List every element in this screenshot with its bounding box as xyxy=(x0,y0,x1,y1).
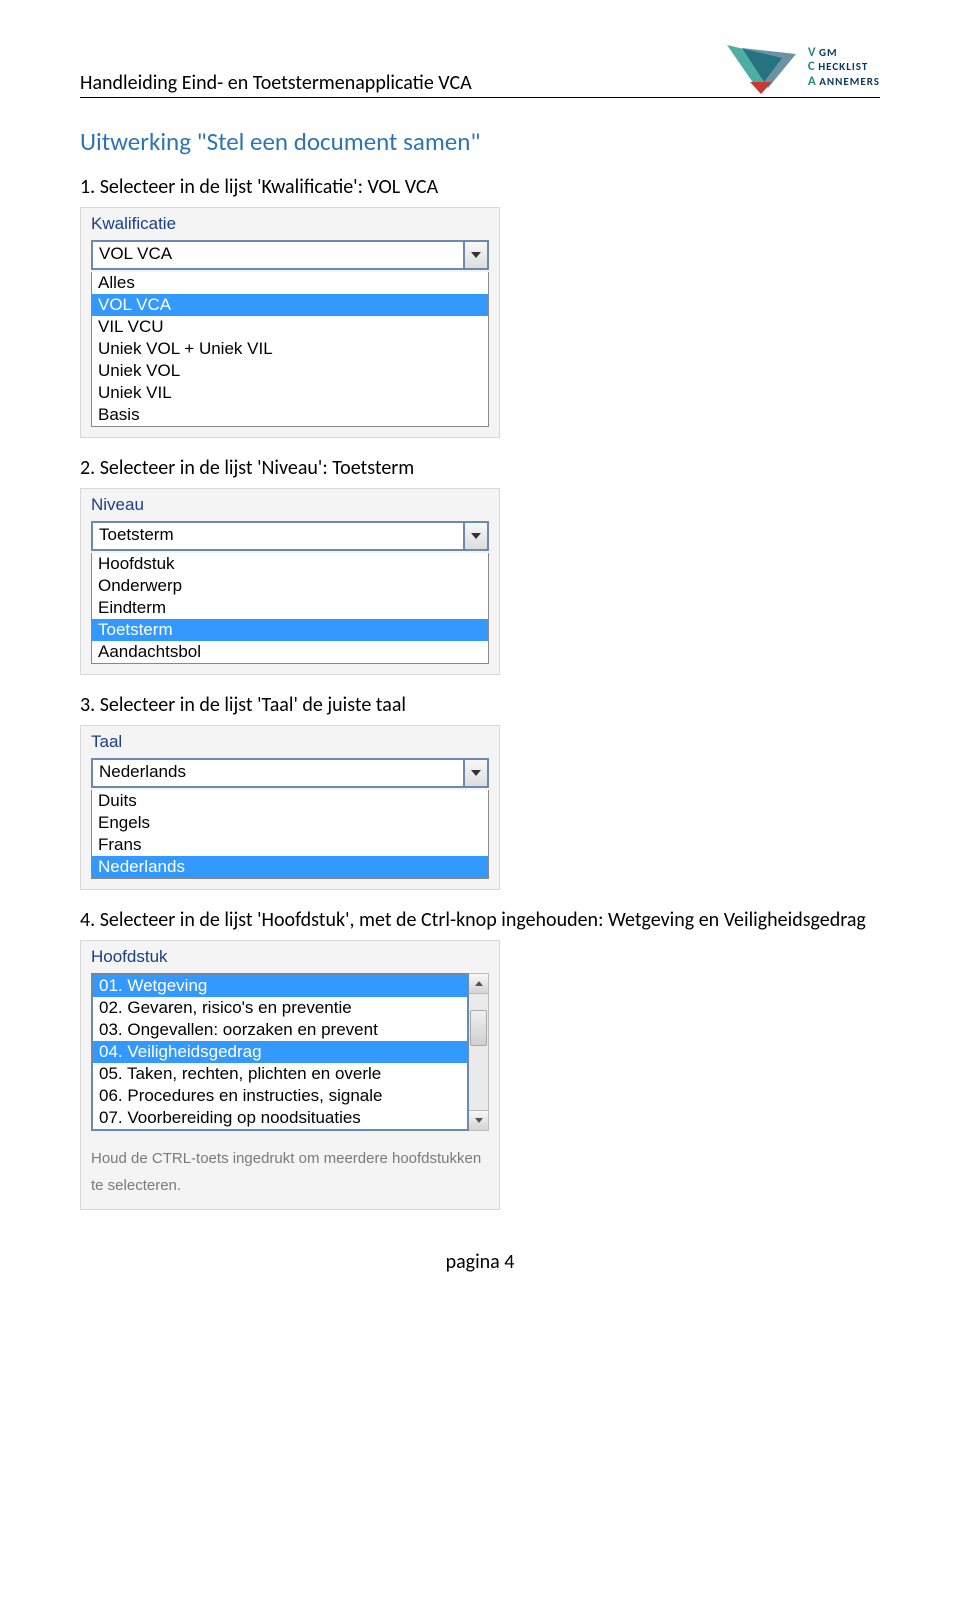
list-item[interactable]: Uniek VIL xyxy=(92,382,488,404)
hoofdstuk-widget: Hoofdstuk 01. Wetgeving 02. Gevaren, ris… xyxy=(80,940,500,1210)
list-item[interactable]: Nederlands xyxy=(92,856,488,878)
scroll-track[interactable] xyxy=(469,994,488,1110)
list-item[interactable]: Eindterm xyxy=(92,597,488,619)
list-item[interactable]: Engels xyxy=(92,812,488,834)
page-footer: pagina 4 xyxy=(80,1250,880,1274)
vca-logo: V GM C HECKLIST A ANNEMERS xyxy=(722,40,880,95)
scroll-thumb[interactable] xyxy=(470,1010,487,1046)
list-item[interactable]: VIL VCU xyxy=(92,316,488,338)
taal-dropdown-button[interactable] xyxy=(463,758,489,788)
list-item[interactable]: Duits xyxy=(92,790,488,812)
logo-graphic-icon xyxy=(722,40,802,95)
list-item[interactable]: 02. Gevaren, risico's en preventie xyxy=(93,997,467,1019)
kwalificatie-listbox[interactable]: Alles VOL VCA VIL VCU Uniek VOL + Uniek … xyxy=(91,272,489,427)
step-4-text: 4. Selecteer in de lijst 'Hoofdstuk', me… xyxy=(80,908,880,932)
niveau-listbox[interactable]: Hoofdstuk Onderwerp Eindterm Toetsterm A… xyxy=(91,553,489,664)
kwalificatie-widget: Kwalificatie VOL VCA Alles VOL VCA VIL V… xyxy=(80,207,500,438)
list-item[interactable]: 03. Ongevallen: oorzaken en prevent xyxy=(93,1019,467,1041)
taal-listbox[interactable]: Duits Engels Frans Nederlands xyxy=(91,790,489,879)
page-header: Handleiding Eind- en Toetstermenapplicat… xyxy=(80,40,880,98)
hoofdstuk-label: Hoofdstuk xyxy=(91,947,489,967)
step-2-text: 2. Selecteer in de lijst 'Niveau': Toets… xyxy=(80,456,880,480)
niveau-value: Toetsterm xyxy=(91,521,463,551)
list-item[interactable]: Basis xyxy=(92,404,488,426)
scroll-down-button[interactable] xyxy=(469,1110,488,1130)
hoofdstuk-scrollbar[interactable] xyxy=(469,973,489,1131)
chevron-down-icon xyxy=(471,770,481,776)
chevron-down-icon xyxy=(471,533,481,539)
chevron-down-icon xyxy=(475,1118,483,1123)
list-item[interactable]: Frans xyxy=(92,834,488,856)
chevron-up-icon xyxy=(475,981,483,986)
list-item[interactable]: 01. Wetgeving xyxy=(93,975,467,997)
taal-label: Taal xyxy=(91,732,489,752)
list-item[interactable]: Onderwerp xyxy=(92,575,488,597)
step-3-text: 3. Selecteer in de lijst 'Taal' de juist… xyxy=(80,693,880,717)
kwalificatie-dropdown-button[interactable] xyxy=(463,240,489,270)
list-item[interactable]: 06. Procedures en instructies, signale xyxy=(93,1085,467,1107)
chevron-down-icon xyxy=(471,252,481,258)
list-item[interactable]: 05. Taken, rechten, plichten en overle xyxy=(93,1063,467,1085)
list-item[interactable]: VOL VCA xyxy=(92,294,488,316)
list-item[interactable]: Uniek VOL xyxy=(92,360,488,382)
logo-text: V GM C HECKLIST A ANNEMERS xyxy=(808,46,880,89)
niveau-widget: Niveau Toetsterm Hoofdstuk Onderwerp Ein… xyxy=(80,488,500,675)
kwalificatie-combobox[interactable]: VOL VCA xyxy=(91,240,489,270)
list-item[interactable]: Hoofdstuk xyxy=(92,553,488,575)
list-item[interactable]: 04. Veiligheidsgedrag xyxy=(93,1041,467,1063)
step-1-text: 1. Selecteer in de lijst 'Kwalificatie':… xyxy=(80,175,880,199)
taal-value: Nederlands xyxy=(91,758,463,788)
taal-combobox[interactable]: Nederlands xyxy=(91,758,489,788)
list-item[interactable]: Alles xyxy=(92,272,488,294)
hoofdstuk-listbox[interactable]: 01. Wetgeving 02. Gevaren, risico's en p… xyxy=(91,973,469,1131)
hoofdstuk-hint: Houd de CTRL-toets ingedrukt om meerdere… xyxy=(91,1145,489,1199)
list-item[interactable]: Uniek VOL + Uniek VIL xyxy=(92,338,488,360)
niveau-label: Niveau xyxy=(91,495,489,515)
list-item[interactable]: Aandachtsbol xyxy=(92,641,488,663)
niveau-dropdown-button[interactable] xyxy=(463,521,489,551)
taal-widget: Taal Nederlands Duits Engels Frans Neder… xyxy=(80,725,500,890)
section-title: Uitwerking "Stel een document samen" xyxy=(80,126,880,157)
kwalificatie-value: VOL VCA xyxy=(91,240,463,270)
list-item[interactable]: 07. Voorbereiding op noodsituaties xyxy=(93,1107,467,1129)
list-item[interactable]: Toetsterm xyxy=(92,619,488,641)
niveau-combobox[interactable]: Toetsterm xyxy=(91,521,489,551)
scroll-up-button[interactable] xyxy=(469,974,488,994)
kwalificatie-label: Kwalificatie xyxy=(91,214,489,234)
header-title: Handleiding Eind- en Toetstermenapplicat… xyxy=(80,71,472,95)
